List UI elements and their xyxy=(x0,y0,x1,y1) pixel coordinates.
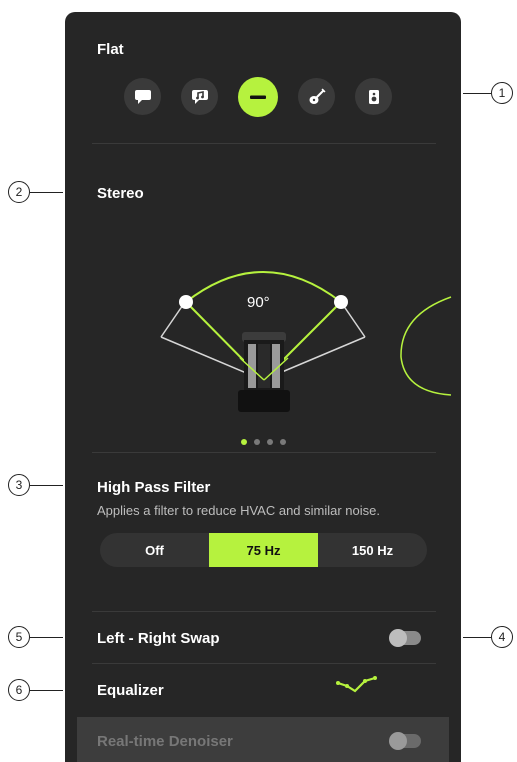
angle-label: 90° xyxy=(247,294,270,311)
preset-guitar-button[interactable] xyxy=(298,78,335,115)
carousel-pagination xyxy=(241,439,286,445)
callout-6: 6 xyxy=(8,679,30,701)
callout-4: 4 xyxy=(491,626,513,648)
left-right-swap-toggle[interactable] xyxy=(389,629,421,647)
denoiser-row: Real-time Denoiser xyxy=(77,717,449,762)
music-note-bubble-icon xyxy=(191,89,208,104)
stereo-title: Stereo xyxy=(97,185,144,202)
callout-line xyxy=(463,637,491,638)
preset-speech-button[interactable] xyxy=(124,78,161,115)
preset-music-button[interactable] xyxy=(181,78,218,115)
high-pass-filter-selector: Off 75 Hz 150 Hz xyxy=(100,533,427,567)
divider xyxy=(92,452,436,453)
preset-speaker-button[interactable] xyxy=(355,78,392,115)
left-angle-handle[interactable] xyxy=(179,295,193,309)
high-pass-filter-title: High Pass Filter xyxy=(97,479,211,496)
callout-line xyxy=(30,485,63,486)
pagination-dot[interactable] xyxy=(254,439,260,445)
speaker-icon xyxy=(368,89,379,104)
right-angle-handle[interactable] xyxy=(334,295,348,309)
callout-5: 5 xyxy=(8,626,30,648)
divider xyxy=(92,143,436,144)
preset-flat-button[interactable] xyxy=(238,77,278,117)
callout-line xyxy=(463,93,491,94)
guitar-icon xyxy=(309,87,326,104)
divider xyxy=(92,611,436,612)
microphone-image xyxy=(238,332,290,412)
hpf-option-75hz[interactable]: 75 Hz xyxy=(209,533,318,567)
high-pass-filter-description: Applies a filter to reduce HVAC and simi… xyxy=(97,503,380,518)
denoiser-label: Real-time Denoiser xyxy=(97,733,233,750)
callout-line xyxy=(30,192,63,193)
preset-title: Flat xyxy=(97,41,124,58)
callout-3: 3 xyxy=(8,474,30,496)
pagination-dot[interactable] xyxy=(241,439,247,445)
denoiser-toggle[interactable] xyxy=(389,732,421,750)
hpf-option-150hz[interactable]: 150 Hz xyxy=(318,533,427,567)
toggle-knob xyxy=(389,629,407,647)
flat-icon xyxy=(250,95,266,99)
toggle-knob xyxy=(389,732,407,750)
divider xyxy=(92,663,436,664)
callout-1: 1 xyxy=(491,82,513,104)
equalizer-label: Equalizer xyxy=(97,682,164,699)
left-right-swap-label: Left - Right Swap xyxy=(97,630,220,647)
speech-bubble-icon xyxy=(134,89,151,104)
preset-selector xyxy=(124,77,392,117)
pagination-dot[interactable] xyxy=(280,439,286,445)
pagination-dot[interactable] xyxy=(267,439,273,445)
callout-2: 2 xyxy=(8,181,30,203)
eq-curve-icon[interactable] xyxy=(335,675,381,695)
settings-panel: Flat Stereo 90° High Pass Filter Applies… xyxy=(65,12,461,762)
hpf-option-off[interactable]: Off xyxy=(100,533,209,567)
callout-line xyxy=(30,637,63,638)
callout-line xyxy=(30,690,63,691)
